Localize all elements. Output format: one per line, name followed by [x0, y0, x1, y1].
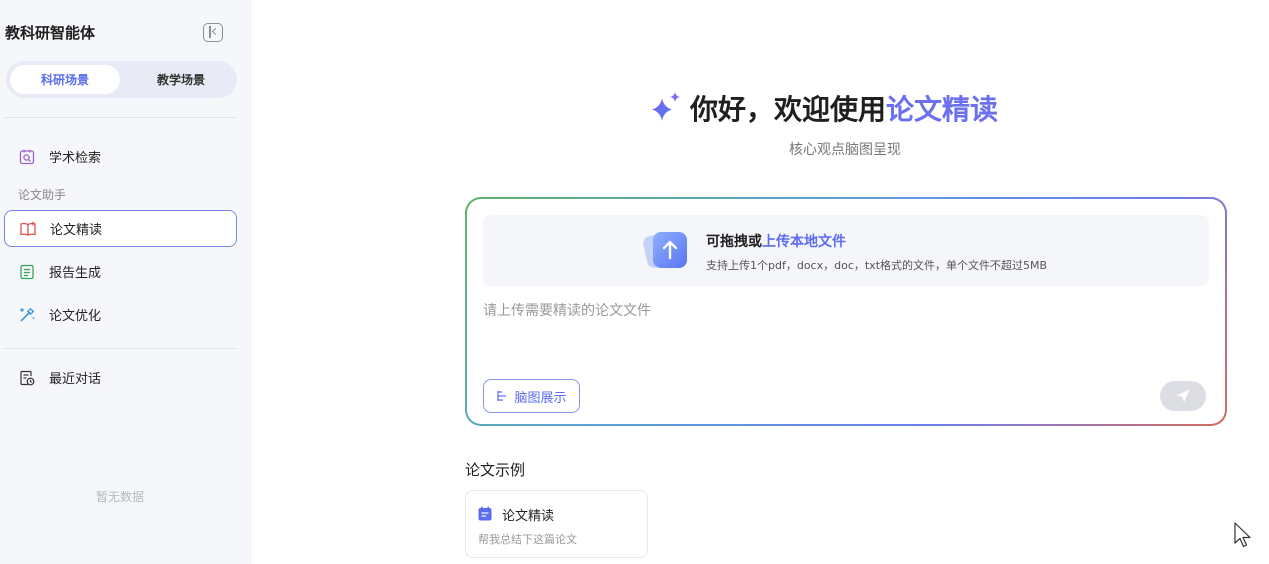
scene-switcher: 科研场景 教学场景 — [6, 61, 237, 98]
upload-title-prefix: 可拖拽或 — [706, 234, 762, 250]
search-document-icon — [18, 148, 36, 166]
upload-card-body: 可拖拽或上传本地文件 支持上传1个pdf，docx，doc，txt格式的文件，单… — [467, 199, 1225, 424]
upload-card: 可拖拽或上传本地文件 支持上传1个pdf，docx，doc，txt格式的文件，单… — [465, 197, 1227, 426]
tab-research-scene[interactable]: 科研场景 — [10, 65, 120, 94]
upload-description: 支持上传1个pdf，docx，doc，txt格式的文件，单个文件不超过5MB — [706, 259, 1048, 272]
example-card[interactable]: 论文精读 帮我总结下这篇论文 — [465, 490, 648, 558]
example-description: 帮我总结下这篇论文 — [478, 533, 577, 546]
app-title: 教科研智能体 — [5, 24, 96, 42]
upload-title: 可拖拽或上传本地文件 — [706, 231, 846, 251]
examples-title: 论文示例 — [465, 461, 526, 479]
sidebar-item-label: 论文精读 — [50, 223, 103, 238]
history-icon — [18, 369, 36, 387]
sidebar-item-report-generation[interactable]: 报告生成 — [4, 253, 237, 290]
file-drop-zone[interactable]: 可拖拽或上传本地文件 支持上传1个pdf，docx，doc，txt格式的文件，单… — [483, 215, 1209, 286]
product-name: 论文精读 — [886, 93, 999, 126]
sidebar-divider — [4, 117, 237, 118]
sidebar-item-label: 学术检索 — [49, 151, 102, 166]
empty-state-text: 暂无数据 — [95, 490, 144, 504]
collapse-sidebar-icon[interactable] — [203, 23, 223, 42]
sidebar-item-label: 论文优化 — [49, 309, 102, 324]
magic-wand-icon — [18, 306, 36, 324]
sidebar-item-label: 最近对话 — [49, 372, 102, 387]
mouse-cursor-icon — [1234, 522, 1251, 548]
page-title: 你好，欢迎使用 论文精读 — [648, 88, 998, 128]
mindmap-button[interactable]: 脑图展示 — [483, 379, 580, 413]
tab-teaching-scene[interactable]: 教学场景 — [126, 65, 236, 94]
sidebar-item-paper-optimization[interactable]: 论文优化 — [4, 296, 237, 333]
sidebar-item-recent-chats[interactable]: 最近对话 — [4, 359, 237, 396]
mindmap-icon — [496, 390, 508, 402]
prompt-input[interactable]: 请上传需要精读的论文文件 — [483, 300, 651, 320]
page-subtitle: 核心观点脑图呈现 — [789, 142, 901, 158]
mindmap-button-label: 脑图展示 — [514, 390, 567, 406]
sidebar: 教科研智能体 科研场景 教学场景 学术检索 论文助手 论文精读 报告生成 论文优… — [0, 0, 252, 564]
send-icon — [1176, 389, 1190, 403]
sidebar-item-academic-search[interactable]: 学术检索 — [4, 138, 237, 175]
book-icon — [19, 220, 37, 238]
example-title: 论文精读 — [502, 509, 555, 524]
calendar-note-icon — [478, 506, 492, 521]
sidebar-item-label: 报告生成 — [49, 266, 102, 281]
sparkle-icon — [652, 92, 680, 121]
section-label-paper-assistant: 论文助手 — [18, 188, 67, 202]
send-button[interactable] — [1160, 381, 1206, 411]
sidebar-divider — [4, 348, 237, 349]
sidebar-item-paper-reading[interactable]: 论文精读 — [4, 210, 237, 247]
upload-local-file-link[interactable]: 上传本地文件 — [762, 234, 846, 250]
report-list-icon — [18, 263, 36, 281]
upload-icon — [643, 232, 687, 268]
greeting-text: 你好，欢迎使用 — [690, 93, 887, 126]
